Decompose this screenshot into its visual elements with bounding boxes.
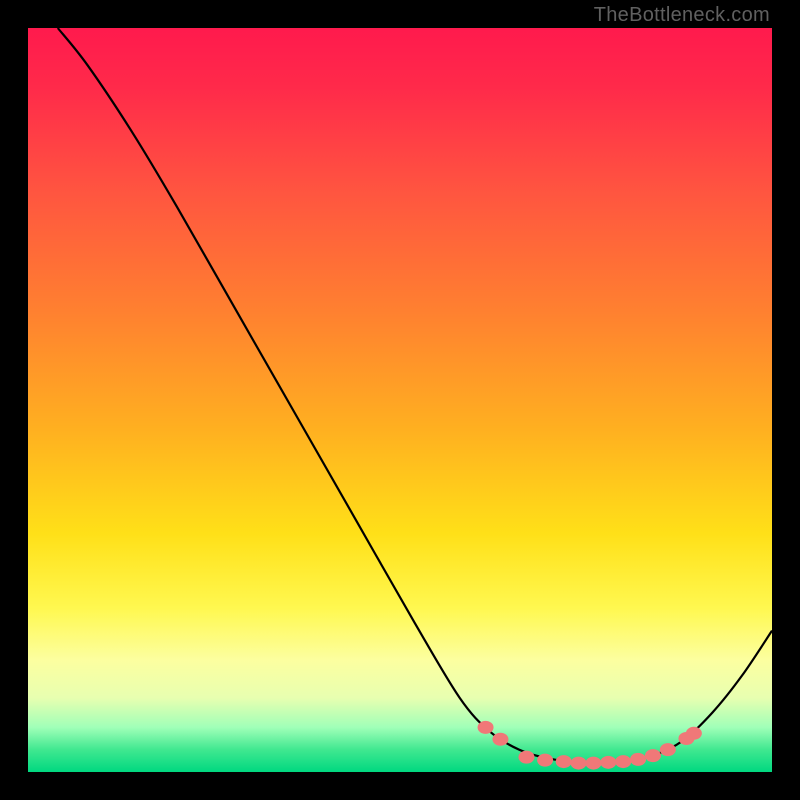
curve-marker <box>478 721 494 734</box>
curve-marker <box>518 751 534 764</box>
bottleneck-curve <box>58 28 772 763</box>
curve-layer <box>28 28 772 772</box>
curve-marker <box>630 753 646 766</box>
curve-marker <box>660 743 676 756</box>
curve-marker <box>600 756 616 769</box>
curve-marker <box>645 749 661 762</box>
curve-marker <box>556 755 572 768</box>
watermark-text: TheBottleneck.com <box>594 4 770 27</box>
curve-marker <box>615 755 631 768</box>
curve-marker <box>686 727 702 740</box>
curve-marker <box>571 757 587 770</box>
curve-marker <box>492 733 508 746</box>
curve-marker <box>585 757 601 770</box>
chart-plot-area <box>28 28 772 772</box>
curve-marker <box>537 754 553 767</box>
